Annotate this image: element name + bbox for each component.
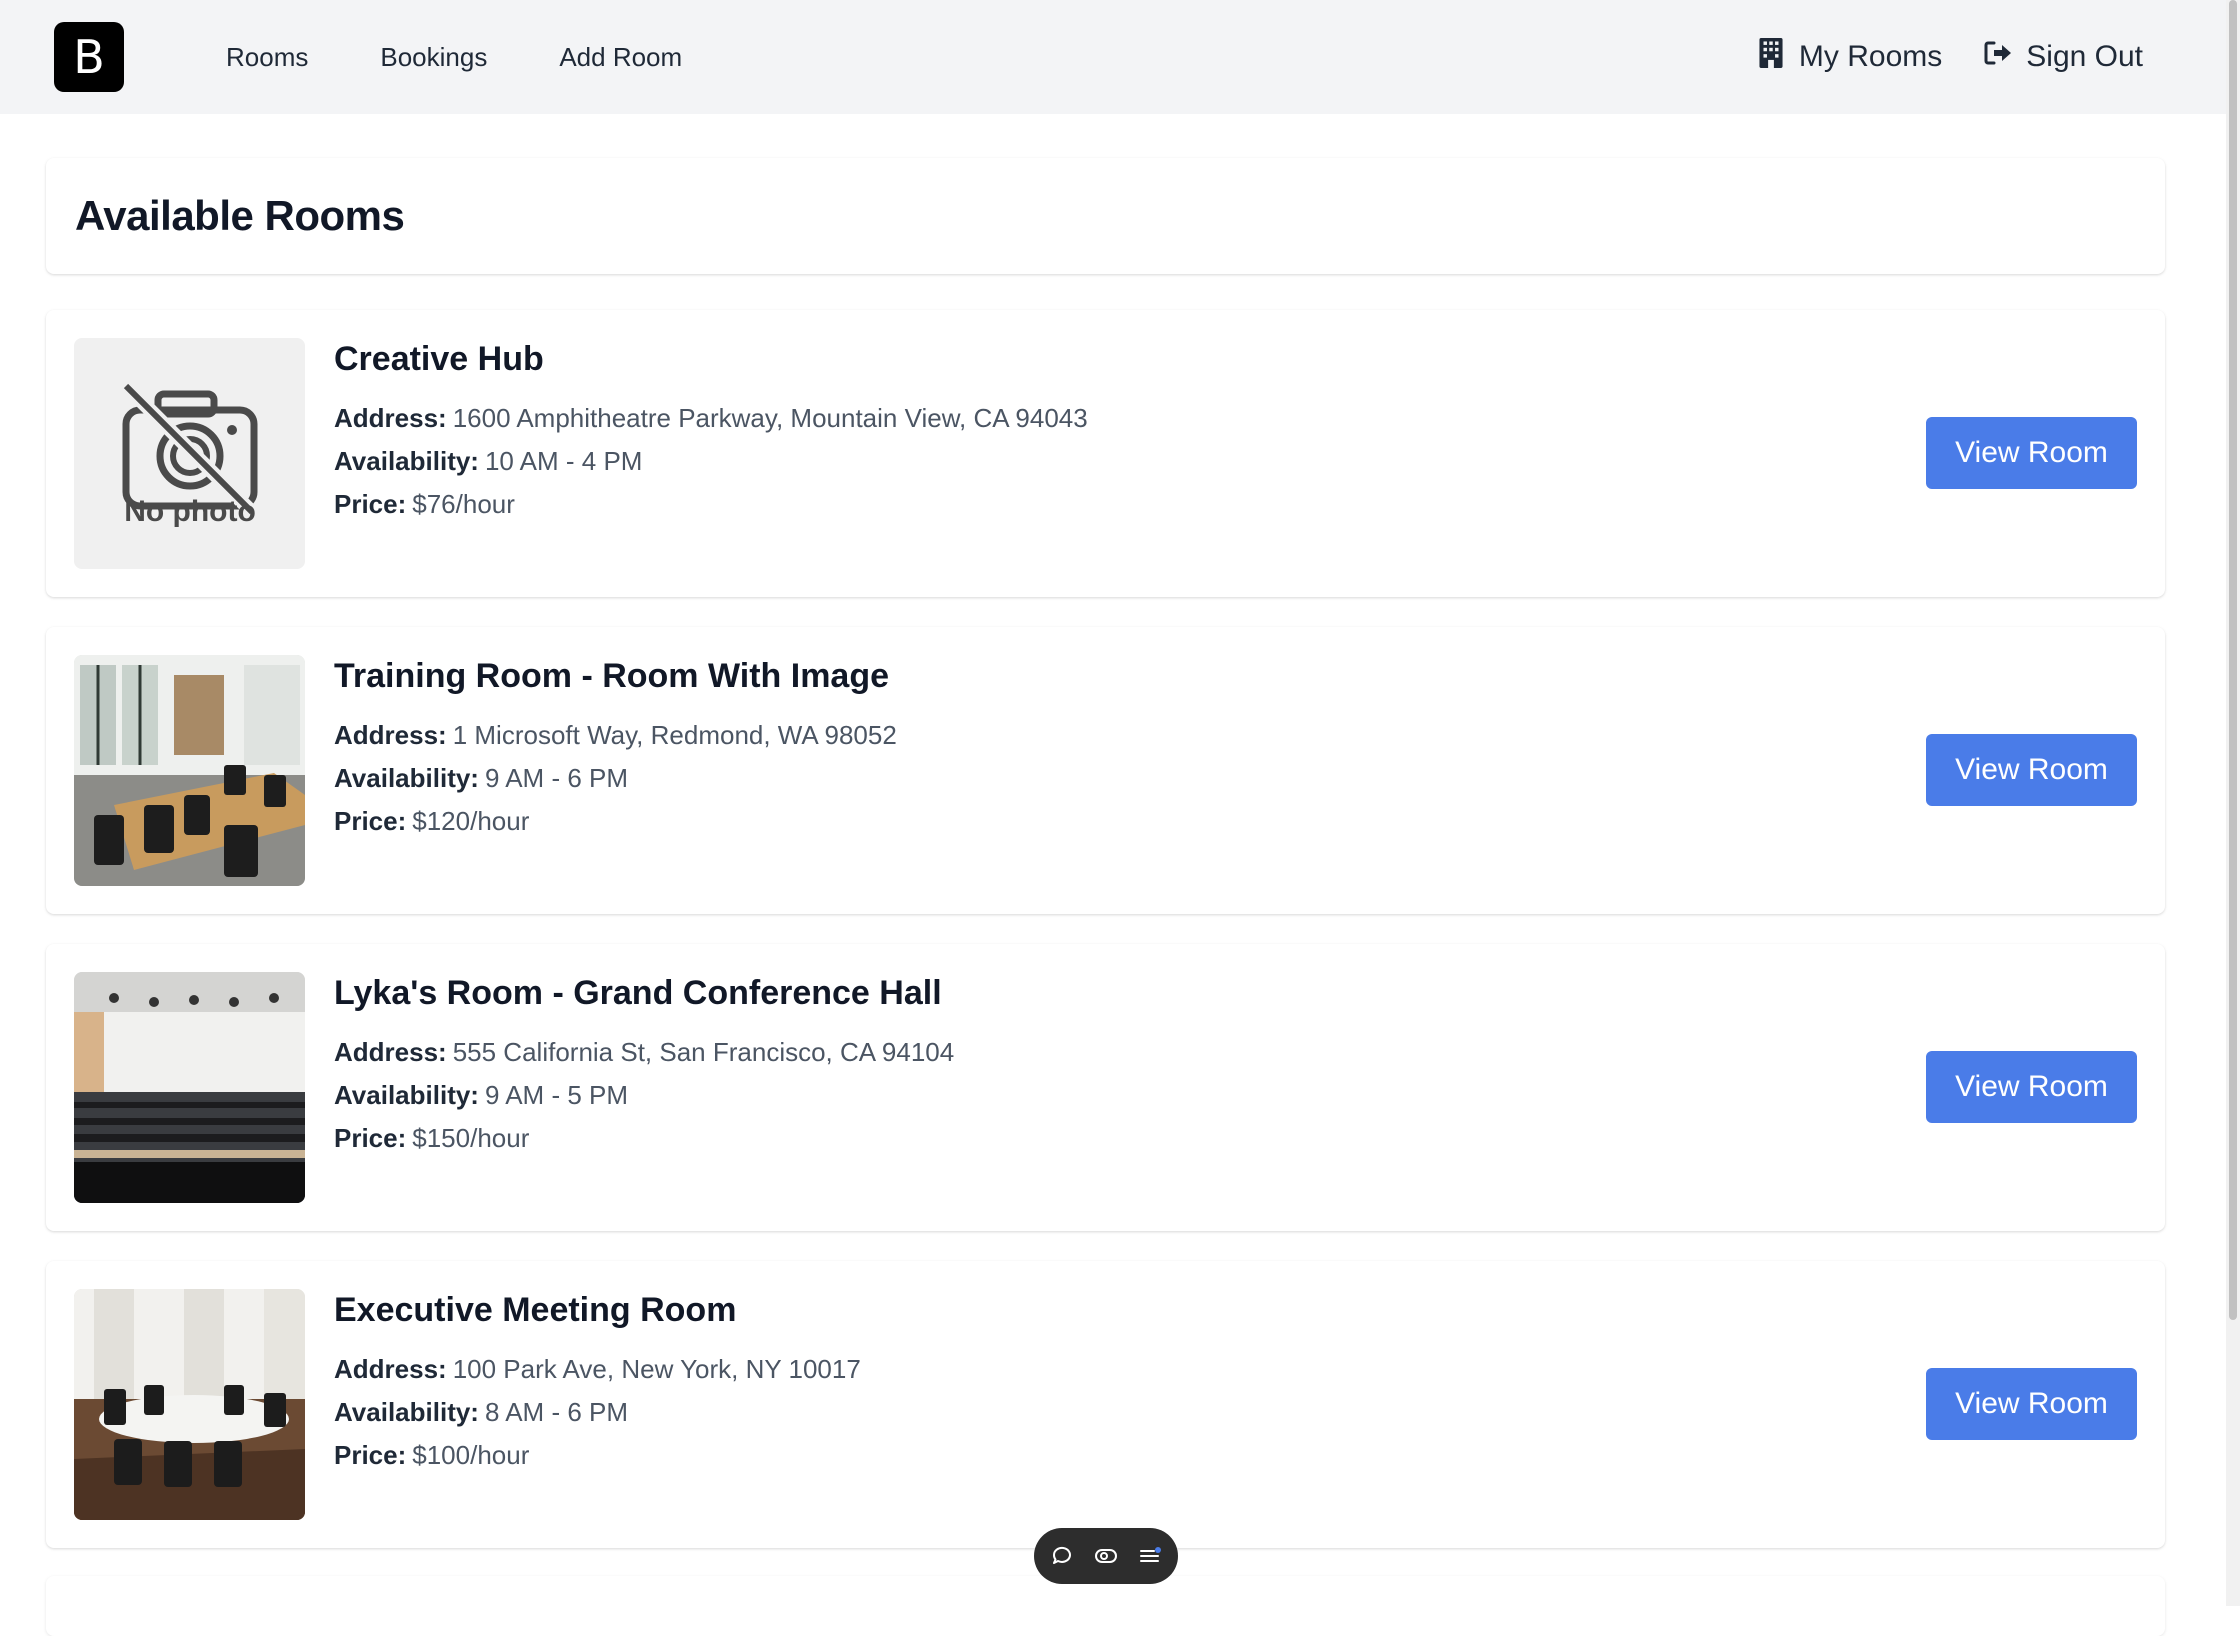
eye-icon[interactable] (1093, 1543, 1119, 1569)
room-address: Address: 1600 Amphitheatre Parkway, Mount… (334, 403, 1088, 433)
comment-icon[interactable] (1049, 1543, 1075, 1569)
sign-out-icon (1984, 38, 2012, 76)
room-image-conference-hall (74, 972, 305, 1203)
room-image-no-photo: No photo (74, 338, 305, 569)
room-name: Lyka's Room - Grand Conference Hall (334, 974, 942, 1012)
room-availability: Availability: 9 AM - 5 PM (334, 1080, 629, 1110)
room-name: Training Room - Room With Image (334, 657, 890, 695)
page-title: Available Rooms (75, 192, 405, 239)
no-photo-icon: No photo (121, 381, 258, 528)
room-card: Training Room - Room With Image Address:… (46, 627, 2165, 914)
my-rooms-link[interactable]: My Rooms (1757, 38, 1942, 76)
room-address: Address: 1 Microsoft Way, Redmond, WA 980… (334, 720, 897, 750)
floating-toolbar (1034, 1528, 1178, 1584)
scrollbar-thumb[interactable] (2229, 0, 2237, 1320)
room-list: No photo Creative Hub Address: 1600 Amphi… (46, 310, 2165, 1578)
sign-out-label: Sign Out (2026, 40, 2143, 73)
top-navbar: B Rooms Bookings Add Room My Rooms Sign … (0, 0, 2226, 114)
room-image-training (74, 655, 305, 886)
sign-out-link[interactable]: Sign Out (1984, 38, 2143, 76)
nav-link-add-room[interactable]: Add Room (559, 42, 682, 73)
room-image-executive (74, 1289, 305, 1520)
room-address: Address: 100 Park Ave, New York, NY 10017 (334, 1354, 861, 1384)
room-info: Creative Hub Address: 1600 Amphitheatre P… (334, 340, 1088, 526)
training-room-photo (74, 655, 305, 886)
room-availability: Availability: 9 AM - 6 PM (334, 763, 629, 793)
building-icon (1757, 38, 1785, 76)
room-name: Executive Meeting Room (334, 1291, 737, 1329)
nav-links: Rooms Bookings Add Room (226, 0, 682, 114)
room-price: Price: $150/hour (334, 1123, 530, 1153)
room-info: Training Room - Room With Image Address:… (334, 657, 897, 843)
room-availability: Availability: 8 AM - 6 PM (334, 1397, 629, 1427)
executive-room-photo (74, 1289, 305, 1520)
page-scrollbar[interactable] (2226, 0, 2240, 1606)
conference-hall-photo (74, 972, 305, 1203)
room-price: Price: $100/hour (334, 1440, 530, 1470)
room-price: Price: $120/hour (334, 806, 530, 836)
room-address: Address: 555 California St, San Francisco… (334, 1037, 955, 1067)
view-room-button[interactable]: View Room (1926, 417, 2137, 489)
page-header: Available Rooms (46, 158, 2165, 274)
room-card-partial (46, 1576, 2165, 1636)
room-price: Price: $76/hour (334, 489, 515, 519)
my-rooms-label: My Rooms (1798, 40, 1943, 73)
brand-logo[interactable]: B (54, 22, 124, 92)
svg-text:No photo: No photo (124, 495, 256, 528)
room-card: Executive Meeting Room Address: 100 Park … (46, 1261, 2165, 1548)
room-info: Executive Meeting Room Address: 100 Park … (334, 1291, 861, 1477)
list-icon[interactable] (1137, 1543, 1163, 1569)
nav-link-rooms[interactable]: Rooms (226, 42, 308, 73)
room-card: Lyka's Room - Grand Conference Hall Addr… (46, 944, 2165, 1231)
room-info: Lyka's Room - Grand Conference Hall Addr… (334, 974, 954, 1160)
nav-right: My Rooms Sign Out (1757, 0, 2143, 114)
nav-link-bookings[interactable]: Bookings (380, 42, 487, 73)
view-room-button[interactable]: View Room (1926, 1051, 2137, 1123)
room-name: Creative Hub (334, 340, 544, 378)
room-availability: Availability: 10 AM - 4 PM (334, 446, 643, 476)
view-room-button[interactable]: View Room (1926, 1368, 2137, 1440)
view-room-button[interactable]: View Room (1926, 734, 2137, 806)
room-card: No photo Creative Hub Address: 1600 Amphi… (46, 310, 2165, 597)
